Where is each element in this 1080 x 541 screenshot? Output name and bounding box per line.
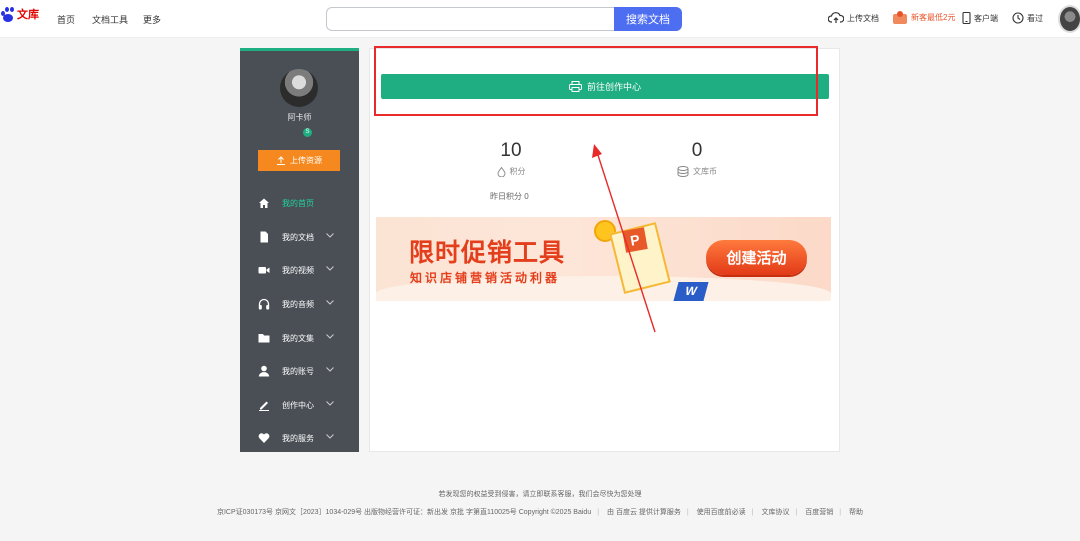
headphones-icon [258, 298, 270, 310]
word-icon: W [673, 282, 709, 301]
sidebar-item-videos[interactable]: 我的视频 [240, 260, 359, 280]
pen-icon [259, 401, 269, 411]
upload-resource-button[interactable]: 上传资源 [258, 150, 340, 171]
history-link[interactable]: 看过 [1012, 12, 1043, 24]
sidebar-avatar[interactable] [280, 69, 318, 107]
chevron-down-icon [326, 233, 334, 238]
heart-icon [258, 433, 270, 443]
footer-license: 京ICP证030173号 京网文［2023］1034-029号 出版物经营许可证… [216, 509, 592, 516]
home-icon [259, 198, 269, 208]
gift-icon [893, 11, 907, 24]
baidu-wenku-logo[interactable]: 文库 [0, 6, 39, 22]
footer-notice: 若发现您的权益受到侵害，请立即联系客服，我们会尽快为您处理 [438, 491, 642, 498]
banner-title: 限时促销工具 [409, 238, 566, 267]
chevron-down-icon [326, 434, 334, 439]
upload-doc-link[interactable]: 上传文档 [828, 12, 879, 24]
search-button[interactable]: 搜索文档 [614, 7, 682, 31]
nav-more[interactable]: 更多 [143, 13, 161, 26]
sidebar-item-label: 我的音频 [282, 299, 314, 309]
sidebar-item-label: 我的文集 [282, 333, 314, 343]
points-label: 积分 [509, 167, 526, 176]
coins-value: 0 [691, 140, 703, 161]
user-name: 阿卡师 [287, 113, 312, 122]
annotation-arrow [592, 144, 656, 333]
coins-icon [677, 166, 689, 177]
search-input[interactable] [326, 7, 614, 31]
clock-icon [1012, 12, 1024, 24]
history-label: 看过 [1027, 13, 1043, 23]
sidebar-item-home[interactable]: 我的首页 [240, 193, 359, 213]
chevron-down-icon [326, 266, 334, 271]
video-icon [258, 267, 270, 274]
points-value: 10 [500, 140, 522, 161]
chevron-down-icon [326, 367, 334, 372]
chevron-down-icon [326, 300, 334, 305]
sidebar-item-documents[interactable]: 我的文档 [240, 227, 359, 247]
banner-subtitle: 知识店铺营销活动利器 [410, 271, 561, 285]
search-bar: 搜索文档 [326, 7, 682, 31]
sidebar-item-label: 创作中心 [282, 400, 314, 410]
footer-links: 京ICP证030173号 京网文［2023］1034-029号 出版物经营许可证… [216, 509, 864, 516]
upload-doc-label: 上传文档 [847, 13, 879, 23]
sidebar-item-label: 我的视频 [282, 265, 314, 275]
sidebar-item-label: 我的首页 [282, 198, 314, 208]
create-activity-button[interactable]: 创建活动 [706, 240, 807, 275]
footer-link-read-first[interactable]: 使用百度前必读 [697, 509, 746, 516]
sidebar-item-collections[interactable]: 我的文集 [240, 328, 359, 348]
level-badge: S [303, 128, 312, 137]
sidebar: 阿卡师 S 上传资源 我的首页 我的文档 我的视频 我的音频 我的文集 我的账号… [240, 48, 359, 452]
footer-link-help[interactable]: 帮助 [849, 509, 863, 516]
phone-icon [962, 12, 971, 24]
sidebar-item-audio[interactable]: 我的音频 [240, 294, 359, 314]
document-icon [260, 231, 268, 243]
coins-label: 文库币 [693, 167, 717, 176]
logo-text: 文库 [17, 9, 39, 21]
upload-icon [277, 156, 285, 165]
client-download[interactable]: 客户端 [962, 12, 998, 24]
folder-icon [258, 334, 270, 343]
nav-doc-tools[interactable]: 文档工具 [92, 13, 128, 26]
promo-label: 新客最低2元 [911, 12, 956, 22]
chevron-down-icon [326, 401, 334, 406]
baidu-paw-icon [0, 6, 16, 22]
sidebar-item-label: 我的服务 [282, 433, 314, 443]
top-bar: 文库 首页 文档工具 更多 搜索文档 上传文档 新客最低2元 客户端 看过 [0, 0, 1080, 38]
sidebar-item-label: 我的账号 [282, 366, 314, 376]
footer-link-marketing[interactable]: 百度营销 [805, 509, 833, 516]
points-icon [497, 166, 505, 177]
wenku-coins-stat[interactable]: 0 文库币 [657, 140, 737, 177]
footer-link-agreement[interactable]: 文库协议 [761, 509, 789, 516]
sidebar-item-label: 我的文档 [282, 232, 314, 242]
sidebar-item-account[interactable]: 我的账号 [240, 361, 359, 381]
chevron-down-icon [326, 334, 334, 339]
user-icon [258, 365, 270, 377]
footer-link-baidu-cloud[interactable]: 由 百度云 提供计算服务 [607, 509, 681, 516]
annotation-highlight-box [374, 46, 818, 116]
yesterday-points: 昨日积分 0 [490, 192, 529, 201]
client-label: 客户端 [974, 13, 998, 23]
cloud-upload-icon [828, 12, 844, 23]
sidebar-item-creation[interactable]: 创作中心 [240, 395, 359, 415]
points-stat[interactable]: 10 积分 [471, 140, 551, 177]
nav-home[interactable]: 首页 [57, 13, 75, 26]
sidebar-item-services[interactable]: 我的服务 [240, 428, 359, 448]
user-avatar[interactable] [1058, 5, 1080, 33]
upload-resource-label: 上传资源 [290, 156, 322, 165]
new-user-promo[interactable]: 新客最低2元 [892, 10, 955, 24]
